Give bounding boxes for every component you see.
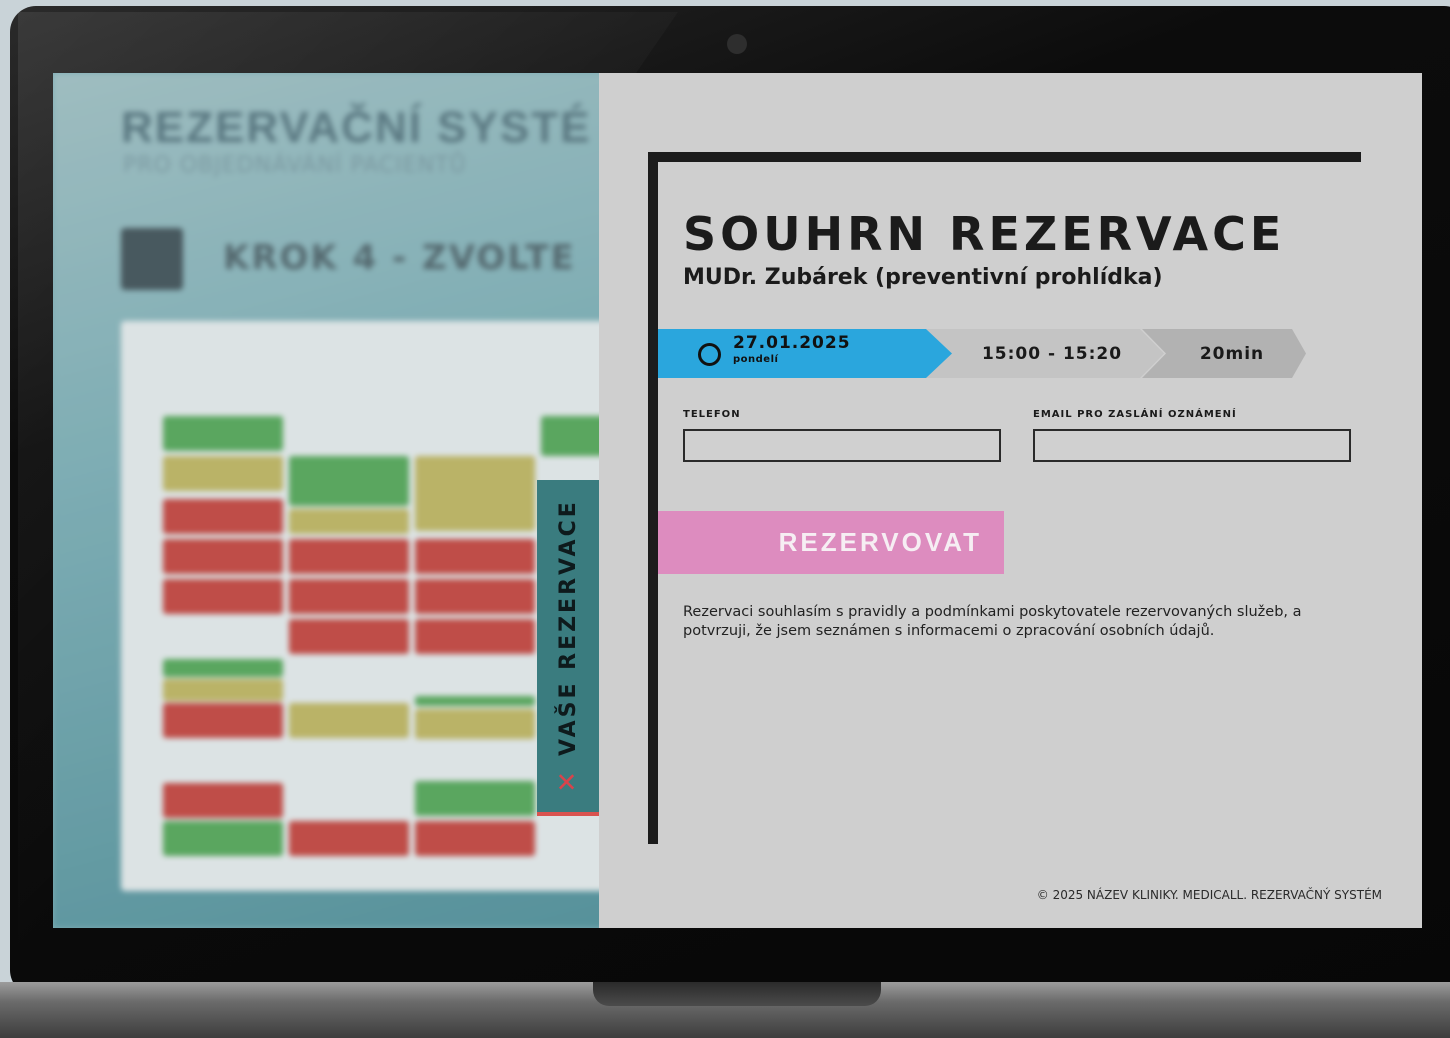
duration-step: 20min: [1142, 329, 1306, 378]
page-title: SOUHRN REZERVACE: [683, 207, 1286, 261]
footer-copyright: © 2025 NÁZEV KLINIKY. MEDICALL. REZERVAČ…: [1036, 888, 1382, 902]
time-step: 15:00 - 15:20: [924, 329, 1164, 378]
doctor-service: MUDr. Zubárek (preventivní prohlídka): [683, 265, 1163, 290]
reservation-time: 15:00 - 15:20: [981, 343, 1123, 364]
camera-icon: [727, 34, 747, 54]
background-app: REZERVAČNÍ SYSTÉ PRO OBJEDNÁVÁNÍ PACIENT…: [53, 73, 641, 928]
reservation-duration: 20min: [1199, 343, 1265, 364]
consent-text: Rezervaci souhlasím s pravidly a podmínk…: [683, 604, 1302, 639]
reservation-date: 27.01.2025: [733, 333, 851, 353]
circle-icon: [698, 343, 721, 366]
screen: REZERVAČNÍ SYSTÉ PRO OBJEDNÁVÁNÍ PACIENT…: [53, 73, 1422, 928]
reservation-steps: 27.01.2025 pondelí 15:00 - 15:20 20min: [658, 329, 1318, 378]
background-dim-overlay: [53, 73, 613, 928]
decorative-frame-top: [648, 152, 1361, 162]
email-input[interactable]: [1033, 429, 1351, 462]
reservation-summary-panel: SOUHRN REZERVACE MUDr. Zubárek (preventi…: [599, 73, 1422, 928]
laptop-notch: [593, 982, 881, 1006]
phone-input[interactable]: [683, 429, 1001, 462]
your-reservation-tab[interactable]: ✕ VAŠE REZERVACE: [537, 480, 599, 816]
close-icon[interactable]: ✕: [553, 768, 583, 793]
date-step: 27.01.2025 pondelí: [658, 329, 952, 378]
reservation-day: pondelí: [733, 354, 779, 365]
email-label: EMAIL PRO ZASLÁNÍ OZNÁMENÍ: [1033, 409, 1237, 420]
decorative-frame-left: [648, 152, 658, 844]
your-reservation-tab-label: VAŠE REZERVACE: [555, 499, 581, 756]
phone-label: TELEFON: [683, 409, 741, 420]
reserve-button[interactable]: REZERVOVAT: [658, 511, 1004, 574]
